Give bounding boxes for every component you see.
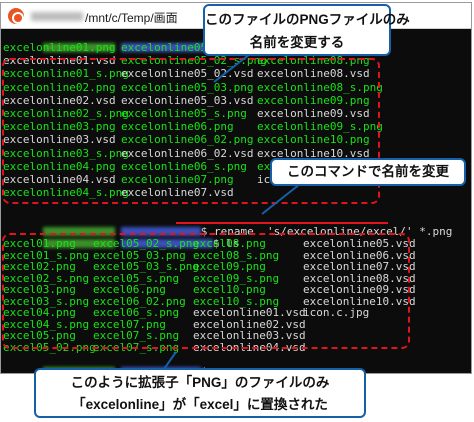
callout-top: このファイルのPNGファイルのみ 名前を変更する (203, 4, 410, 56)
callout-bottom: このように拡張子「PNG」のファイルのみ 「excelonline」が「exce… (34, 368, 366, 418)
callout-middle: このコマンドで名前を変更 (270, 158, 466, 186)
callout-connectors (163, 53, 301, 370)
